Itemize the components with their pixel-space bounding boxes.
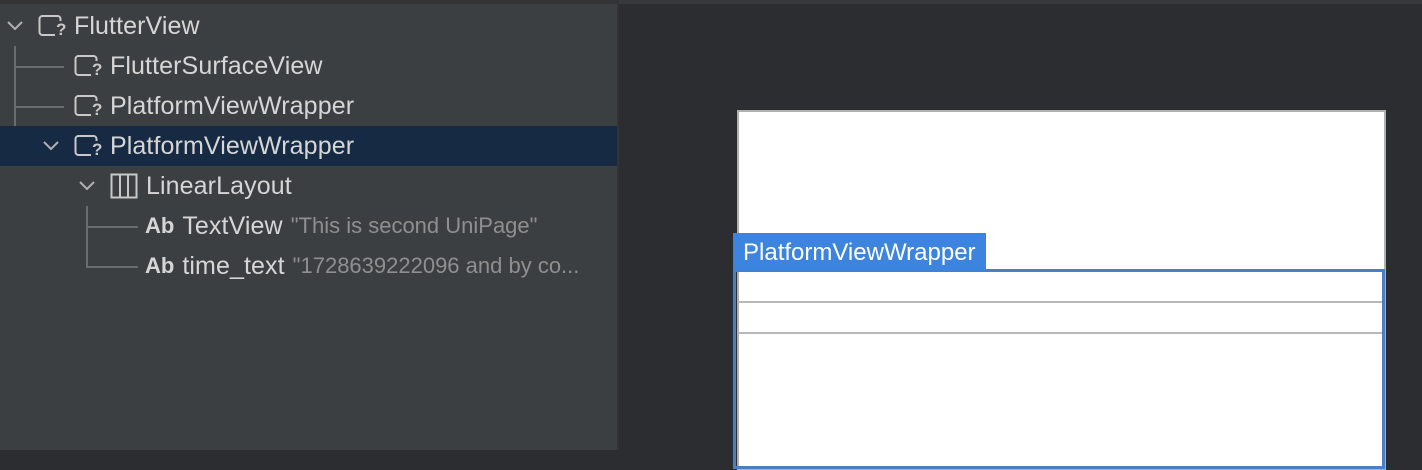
unknown-view-icon: ? [38,15,68,38]
tree-node-label: PlatformViewWrapper [110,131,355,160]
tree-row-flutter-view[interactable]: ? FlutterView [0,6,617,46]
tree-node-description: "1728639222096 and by co... [292,253,580,278]
tree-row-linear-layout[interactable]: LinearLayout [0,166,617,206]
unknown-view-icon: ? [74,95,104,118]
layout-tree-panel: ? FlutterView ? FlutterSurfaceView ? Pla… [0,0,617,450]
svg-text:?: ? [92,100,102,118]
selected-view-tag: PlatformViewWrapper [733,233,986,271]
unknown-view-icon: ? [74,55,104,78]
tree-node-label: FlutterSurfaceView [110,51,323,80]
svg-text:?: ? [56,20,66,38]
tree-node-label: LinearLayout [146,171,292,200]
unknown-view-icon: ? [74,135,104,158]
tree-node-label: PlatformViewWrapper [110,91,355,120]
chevron-down-icon[interactable] [42,137,60,155]
tree-row-platform-view-wrapper[interactable]: ? PlatformViewWrapper [0,86,617,126]
linear-layout-icon [110,173,138,199]
selected-view-highlight[interactable] [733,269,1385,469]
tree-node-label: time_text [182,251,285,280]
tree-row-flutter-surface-view[interactable]: ? FlutterSurfaceView [0,46,617,86]
tree-row-time-text[interactable]: Ab time_text "1728639222096 and by co... [0,246,617,286]
tree-row-text-view[interactable]: Ab TextView "This is second UniPage" [0,206,617,246]
svg-text:?: ? [92,60,102,78]
tree-node-label: FlutterView [74,11,200,40]
text-view-icon: Ab [145,253,175,278]
tree-node-label: TextView [182,211,283,240]
svg-text:?: ? [92,140,102,158]
tree-node-description: "This is second UniPage" [290,213,538,238]
tree-row-platform-view-wrapper-selected[interactable]: ? PlatformViewWrapper [0,126,617,166]
chevron-down-icon[interactable] [78,177,96,195]
chevron-down-icon[interactable] [6,17,24,35]
text-view-icon: Ab [145,213,175,238]
layout-preview-panel: PlatformViewWrapper [619,0,1422,470]
